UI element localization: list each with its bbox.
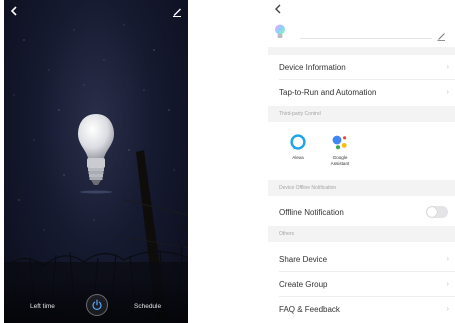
chevron-right-icon: › xyxy=(446,254,449,263)
google-assistant-label-line2: Assistant xyxy=(330,160,350,166)
light-bulb[interactable] xyxy=(76,112,116,199)
power-button[interactable] xyxy=(86,294,108,316)
alexa-icon xyxy=(290,134,306,150)
section-offline-notification-label: Device Offline Notification xyxy=(279,185,337,191)
section-others-label: Others xyxy=(279,231,295,237)
offline-notification-label: Offline Notification xyxy=(279,207,344,217)
chevron-left-icon xyxy=(275,4,281,14)
device-header xyxy=(274,22,450,46)
alexa-button[interactable]: Alexa xyxy=(278,132,318,161)
back-button[interactable] xyxy=(10,4,18,18)
device-bulb-icon xyxy=(275,24,285,38)
header-divider xyxy=(268,47,455,55)
google-assistant-icon xyxy=(332,135,347,150)
chevron-right-icon: › xyxy=(446,87,449,96)
create-group-row[interactable]: Create Group › xyxy=(268,272,455,296)
device-information-row[interactable]: Device Information › xyxy=(268,55,455,79)
section-third-party-label: Third-party Control xyxy=(279,111,321,117)
section-third-party: Third-party Control xyxy=(268,106,455,122)
device-name-underline xyxy=(300,38,432,39)
device-settings-screen: Device Information › Tap-to-Run and Auto… xyxy=(268,0,455,323)
tap-to-run-label: Tap-to-Run and Automation xyxy=(279,87,377,97)
offline-notification-row: Offline Notification xyxy=(268,200,455,224)
chevron-right-icon: › xyxy=(446,304,449,313)
chevron-left-icon xyxy=(10,6,17,16)
schedule-button[interactable]: Schedule xyxy=(134,303,161,310)
edit-name-button[interactable] xyxy=(437,28,446,46)
device-information-label: Device Information xyxy=(279,62,346,72)
left-time-button[interactable]: Left time xyxy=(30,303,55,310)
edit-button[interactable] xyxy=(172,4,182,22)
light-bulb-icon xyxy=(78,114,114,194)
share-device-label: Share Device xyxy=(279,254,328,264)
alexa-label: Alexa xyxy=(292,155,304,160)
chevron-right-icon: › xyxy=(446,62,449,71)
back-button[interactable] xyxy=(274,3,282,16)
pencil-icon xyxy=(173,8,181,17)
share-device-row[interactable]: Share Device › xyxy=(268,247,455,271)
power-icon xyxy=(92,299,102,310)
section-offline-notification: Device Offline Notification xyxy=(268,180,455,196)
faq-feedback-label: FAQ & Feedback xyxy=(279,304,340,314)
faq-feedback-row[interactable]: FAQ & Feedback › xyxy=(268,297,455,321)
pencil-icon xyxy=(437,33,445,41)
toggle-knob xyxy=(427,207,437,217)
create-group-label: Create Group xyxy=(279,279,328,289)
chevron-right-icon: › xyxy=(446,279,449,288)
section-others: Others xyxy=(268,226,455,242)
google-assistant-button[interactable]: Google Assistant xyxy=(320,132,360,166)
bulb-control-screen: Left time Schedule xyxy=(4,0,188,323)
offline-notification-toggle[interactable] xyxy=(426,206,448,218)
third-party-control-list: Alexa Google Assistant xyxy=(268,126,455,178)
tap-to-run-row[interactable]: Tap-to-Run and Automation › xyxy=(268,80,455,104)
